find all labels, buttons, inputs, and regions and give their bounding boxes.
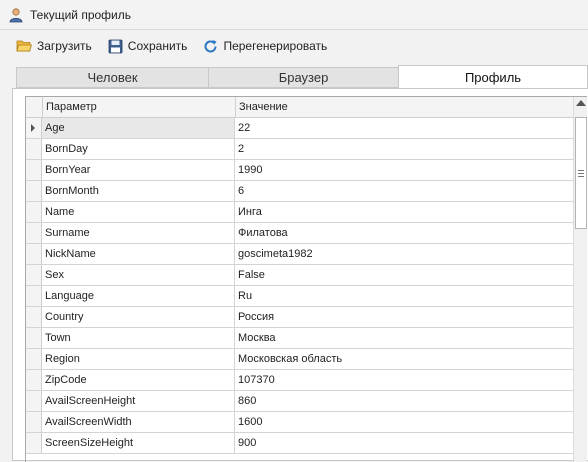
load-button-label: Загрузить <box>37 39 92 53</box>
toolbar: Загрузить Сохранить Перегенерировать <box>0 31 588 61</box>
row-param-cell[interactable]: Surname <box>42 223 235 243</box>
row-param-cell[interactable]: Age <box>42 118 235 138</box>
row-selector[interactable] <box>26 433 42 453</box>
row-selector[interactable] <box>26 139 42 159</box>
table-row[interactable]: Surname Филатова <box>26 223 574 244</box>
column-header-value[interactable]: Значение <box>235 97 579 117</box>
row-value-cell[interactable]: 1600 <box>235 412 574 432</box>
row-param-cell[interactable]: Town <box>42 328 235 348</box>
row-selector[interactable] <box>26 328 42 348</box>
row-value-cell[interactable]: goscimeta1982 <box>235 244 574 264</box>
profile-panel: Параметр Значение Age 22 BornDay 2 BornYear 1… <box>12 88 588 462</box>
row-selector[interactable] <box>26 223 42 243</box>
row-param-cell[interactable]: Sex <box>42 265 235 285</box>
tab-person[interactable]: Человек <box>16 67 209 88</box>
row-value-cell[interactable]: Россия <box>235 307 574 327</box>
row-value-cell[interactable]: 1990 <box>235 160 574 180</box>
grid-rows: Age 22 BornDay 2 BornYear 1990 BornMonth 6 Name И… <box>26 118 574 454</box>
load-button[interactable]: Загрузить <box>16 39 92 53</box>
tab-profile-label: Профиль <box>464 70 522 85</box>
row-selector[interactable] <box>26 244 42 264</box>
row-value-cell[interactable]: Московская область <box>235 349 574 369</box>
row-param-cell[interactable]: ScreenSizeHeight <box>42 433 235 453</box>
row-selector[interactable] <box>26 349 42 369</box>
row-selector[interactable] <box>26 160 42 180</box>
row-value-cell[interactable]: False <box>235 265 574 285</box>
row-value-cell[interactable]: 22 <box>235 118 574 138</box>
floppy-disk-icon <box>108 39 123 53</box>
table-row[interactable]: AvailScreenWidth 1600 <box>26 412 574 433</box>
row-selector[interactable] <box>26 412 42 432</box>
row-param-cell[interactable]: Language <box>42 286 235 306</box>
grid-header: Параметр Значение <box>26 97 574 118</box>
row-selector[interactable] <box>26 307 42 327</box>
table-row[interactable]: ScreenSizeHeight 900 <box>26 433 574 454</box>
scroll-thumb[interactable] <box>575 117 587 229</box>
row-param-cell[interactable]: AvailScreenHeight <box>42 391 235 411</box>
table-row[interactable]: BornMonth 6 <box>26 181 574 202</box>
title-bar: Текущий профиль <box>0 0 588 30</box>
table-row[interactable]: Age 22 <box>26 118 574 139</box>
tab-profile[interactable]: Профиль <box>398 65 588 89</box>
row-param-cell[interactable]: Country <box>42 307 235 327</box>
row-value-cell[interactable]: 900 <box>235 433 574 453</box>
save-button-label: Сохранить <box>127 39 188 53</box>
user-profile-icon <box>9 7 23 22</box>
regenerate-button-label: Перегенерировать <box>223 39 328 53</box>
table-row[interactable]: Sex False <box>26 265 574 286</box>
row-param-cell[interactable]: BornDay <box>42 139 235 159</box>
scroll-up-arrow-icon[interactable] <box>576 100 586 106</box>
row-value-cell[interactable]: 6 <box>235 181 574 201</box>
row-selector[interactable] <box>26 118 42 138</box>
table-row[interactable]: Region Московская область <box>26 349 574 370</box>
row-value-cell[interactable]: 2 <box>235 139 574 159</box>
row-selector[interactable] <box>26 265 42 285</box>
row-param-cell[interactable]: Name <box>42 202 235 222</box>
table-row[interactable]: BornYear 1990 <box>26 160 574 181</box>
row-value-cell[interactable]: 860 <box>235 391 574 411</box>
row-param-cell[interactable]: BornMonth <box>42 181 235 201</box>
tab-browser-label: Браузер <box>278 70 329 85</box>
row-value-cell[interactable]: Москва <box>235 328 574 348</box>
column-header-param[interactable]: Параметр <box>42 97 239 117</box>
row-param-cell[interactable]: ZipCode <box>42 370 235 390</box>
save-button[interactable]: Сохранить <box>108 39 188 54</box>
table-row[interactable]: Language Ru <box>26 286 574 307</box>
row-selector[interactable] <box>26 391 42 411</box>
row-value-cell[interactable]: Инга <box>235 202 574 222</box>
row-value-cell[interactable]: Филатова <box>235 223 574 243</box>
refresh-icon <box>204 39 217 52</box>
table-row[interactable]: NickName goscimeta1982 <box>26 244 574 265</box>
row-value-cell[interactable]: Ru <box>235 286 574 306</box>
property-grid: Параметр Значение Age 22 BornDay 2 BornYear 1… <box>25 96 587 462</box>
table-row[interactable]: AvailScreenHeight 860 <box>26 391 574 412</box>
regenerate-button[interactable]: Перегенерировать <box>203 39 327 54</box>
folder-open-icon <box>16 40 32 52</box>
table-row[interactable]: Town Москва <box>26 328 574 349</box>
row-param-cell[interactable]: NickName <box>42 244 235 264</box>
row-value-cell[interactable]: 107370 <box>235 370 574 390</box>
tab-person-label: Человек <box>87 70 138 85</box>
tab-browser[interactable]: Браузер <box>208 67 399 88</box>
tab-strip: Человек Браузер Профиль <box>16 65 588 89</box>
row-selector[interactable] <box>26 286 42 306</box>
table-row[interactable]: BornDay 2 <box>26 139 574 160</box>
table-row[interactable]: Country Россия <box>26 307 574 328</box>
table-row[interactable]: ZipCode 107370 <box>26 370 574 391</box>
row-selector[interactable] <box>26 370 42 390</box>
row-selector[interactable] <box>26 181 42 201</box>
table-row[interactable]: Name Инга <box>26 202 574 223</box>
row-param-cell[interactable]: Region <box>42 349 235 369</box>
current-row-arrow-icon <box>31 124 35 132</box>
row-param-cell[interactable]: AvailScreenWidth <box>42 412 235 432</box>
row-param-cell[interactable]: BornYear <box>42 160 235 180</box>
row-selector[interactable] <box>26 202 42 222</box>
vertical-scrollbar[interactable] <box>573 97 587 462</box>
window-title: Текущий профиль <box>30 7 132 22</box>
